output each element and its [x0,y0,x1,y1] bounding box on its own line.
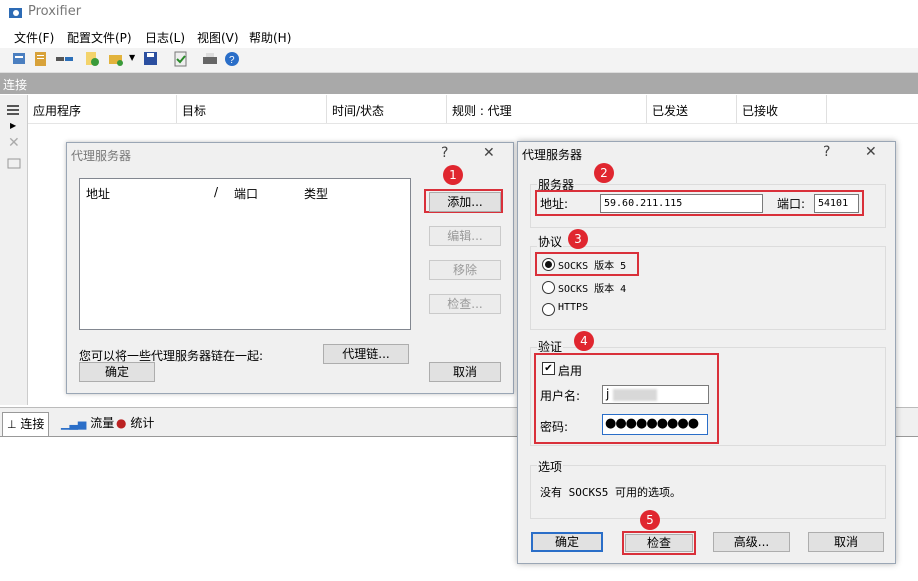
col-divider [826,95,827,123]
col-divider [646,95,647,123]
tab-connections[interactable]: ⊥ 连接 [2,412,50,437]
radio-socks4[interactable] [542,281,555,294]
dialog2-help-button[interactable]: ? [823,144,830,160]
tab-traffic[interactable]: ▁▃▅ 流量 [57,412,118,434]
col-application[interactable]: 应用程序 [33,102,81,119]
proxy-chain-button[interactable]: 代理链... [323,344,409,364]
help-icon[interactable]: ? [224,51,240,67]
step-badge-5: 5 [640,510,660,530]
toolbar: ▼ ? [0,48,918,73]
port-input[interactable]: 54101 [814,194,859,213]
options-text: 没有 SOCKS5 可用的选项。 [540,486,681,499]
col-rule-proxy[interactable]: 规则 : 代理 [452,102,512,119]
delete-icon[interactable]: ✕ [8,135,20,151]
proxy-server-settings-dialog: 代理服务器 ? ✕ 服务器 2 地址: 59.60.211.115 端口: 54… [517,141,896,564]
port-label: 端口: [777,197,806,211]
enable-auth-checkbox[interactable]: ✔ [542,362,555,375]
col-divider [176,95,177,123]
col-received[interactable]: 已接收 [742,102,778,119]
col-sent[interactable]: 已发送 [652,102,688,119]
step-badge-2: 2 [594,163,614,183]
list-view-icon[interactable] [6,103,20,117]
add-button[interactable]: 添加... [429,192,501,212]
list-header-address[interactable]: 地址 [86,185,110,202]
list-header-sort: / [214,185,219,199]
username-value: j [606,387,610,401]
left-tool-strip: ▶ ✕ [0,95,28,405]
print-icon[interactable] [202,51,218,67]
menu-file[interactable]: 文件(F) [14,29,54,46]
remove-button[interactable]: 移除 [429,260,501,280]
notes-icon[interactable] [33,51,49,67]
statistics-tab-icon: ● [116,416,127,430]
address-input[interactable]: 59.60.211.115 [600,194,763,213]
proxy-servers-dialog: 代理服务器 ? ✕ 地址 / 端口 类型 添加... 编辑... 移除 检查..… [66,142,514,394]
proxifier-logo-icon [9,8,22,18]
step-badge-3: 3 [568,229,588,249]
connections-table-header: 应用程序 目标 时间/状态 规则 : 代理 已发送 已接收 [28,95,918,124]
svg-text:?: ? [229,55,235,66]
menu-profile[interactable]: 配置文件(P) [67,29,132,46]
socks5-label[interactable]: SOCKS 版本 5 [558,257,626,272]
connections-section-header: 连接 [0,73,918,94]
col-divider [736,95,737,123]
step-badge-1: 1 [443,165,463,185]
col-target[interactable]: 目标 [182,102,206,119]
blurred-username [613,388,658,401]
dropdown-arrow-icon[interactable]: ▼ [129,53,135,62]
step-badge-4: 4 [574,331,594,351]
dialog1-cancel-button[interactable]: 取消 [429,362,501,382]
edit-button[interactable]: 编辑... [429,226,501,246]
username-label: 用户名: [540,389,581,403]
app-title: Proxifier [28,4,82,19]
traffic-tab-icon: ▁▃▅ [61,417,87,430]
check-button[interactable]: 检查... [429,294,501,314]
menu-help[interactable]: 帮助(H) [249,29,291,46]
list-header-type[interactable]: 类型 [304,185,328,202]
address-label: 地址: [540,197,569,211]
proxy-server-list[interactable]: 地址 / 端口 类型 [79,178,411,330]
check-icon[interactable] [173,51,189,67]
advanced-button[interactable]: 高级... [713,532,790,552]
tab-statistics[interactable]: ● 统计 [112,412,158,434]
dialog2-close-button[interactable]: ✕ [865,144,877,160]
socks4-label[interactable]: SOCKS 版本 4 [558,280,626,295]
password-label: 密码: [540,420,569,434]
col-divider [326,95,327,123]
radio-socks5[interactable] [542,258,555,271]
menu-view[interactable]: 视图(V) [197,29,239,46]
col-time-status[interactable]: 时间/状态 [332,102,384,119]
dialog2-title: 代理服务器 [522,148,583,162]
dialog1-close-button[interactable]: ✕ [483,145,495,161]
add-icon[interactable] [84,51,100,67]
dialog2-cancel-button[interactable]: 取消 [808,532,884,552]
new-profile-icon[interactable] [12,51,28,67]
dialog1-title: 代理服务器 [71,149,132,163]
menu-log[interactable]: 日志(L) [145,29,185,46]
expand-arrow-icon[interactable]: ▶ [10,121,16,130]
password-input[interactable]: ●●●●●●●●● [602,414,708,435]
connections-tab-icon: ⊥ [7,418,17,431]
protocol-group-label: 协议 [537,233,564,250]
list-header-port[interactable]: 端口 [234,185,258,202]
username-input[interactable]: j [602,385,709,404]
dialog1-ok-button[interactable]: 确定 [79,362,155,382]
radio-https[interactable] [542,303,555,316]
rules-icon[interactable] [55,51,75,67]
col-divider [446,95,447,123]
title-bar: Proxifier [0,0,918,26]
enable-auth-label[interactable]: 启用 [558,362,582,379]
menu-bar: 文件(F) 配置文件(P) 日志(L) 视图(V) 帮助(H) [0,26,918,48]
screen-icon[interactable] [7,157,21,171]
dialog1-help-button[interactable]: ? [441,145,448,161]
https-label[interactable]: HTTPS [558,302,588,313]
section-title: 连接 [3,78,28,92]
save-icon[interactable] [143,51,159,67]
options-group-label: 选项 [537,458,564,475]
dialog2-ok-button[interactable]: 确定 [531,532,603,552]
dialog2-check-button[interactable]: 检查 [625,534,693,552]
open-icon[interactable] [108,51,124,67]
